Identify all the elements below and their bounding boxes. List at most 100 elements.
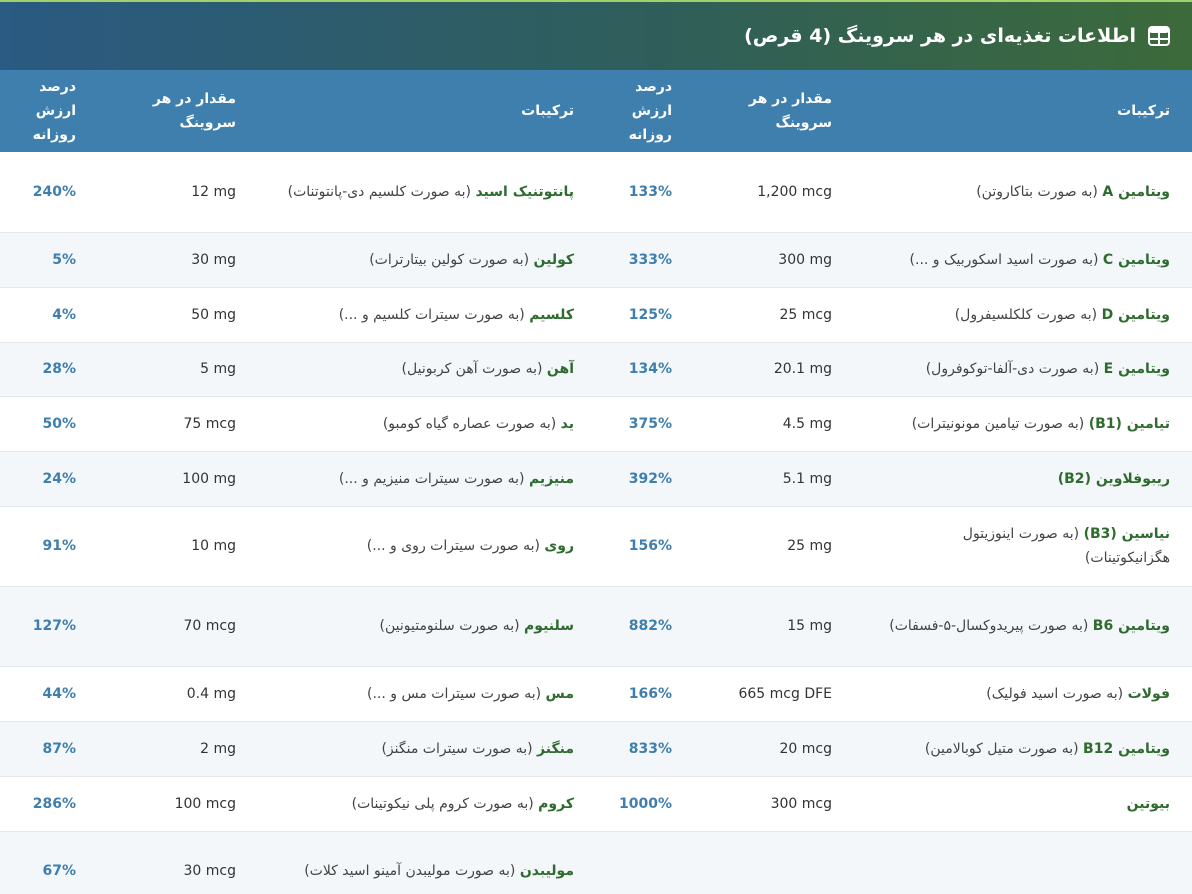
table-row: فولات (به صورت اسید فولیک) 665 mcg DFE 166… <box>0 666 1192 722</box>
ingredient-name: نیاسین (B3) <box>1083 526 1170 542</box>
ingredient-form: (به صورت سیترات مس و ...) <box>367 685 546 702</box>
ingredient-form: (به صورت سیترات منیزیم و ...) <box>338 470 529 487</box>
ingredient-form: (به صورت کولین بیتارترات) <box>369 251 534 268</box>
table-row: ویتامین B12 (به صورت متیل کوبالامین) 20 m… <box>0 721 1192 777</box>
dv-cell: 50% <box>0 396 98 452</box>
amount-cell: 20.1 mg <box>694 342 854 397</box>
ingredient-name: سلنیوم <box>524 618 574 634</box>
dv-cell: 882% <box>596 586 694 667</box>
ingredient-cell: سلنیوم (به صورت سلنومتیونین) <box>258 586 596 667</box>
amount-cell: 30 mcg <box>98 831 258 894</box>
table-row: مولیبدن (به صورت مولیبدن آمینو اسید کلات… <box>0 831 1192 894</box>
dv-cell: 4% <box>0 287 98 343</box>
dv-cell: 91% <box>0 506 98 587</box>
ingredient-cell: ویتامین A (به صورت بتاکاروتن) <box>854 152 1192 233</box>
dv-cell: 375% <box>596 396 694 452</box>
col-header-dv: درصد ارزش روزانه <box>596 70 694 152</box>
ingredient-name: ید <box>560 415 574 432</box>
ingredient-form: (به صورت بتاکاروتن) <box>976 183 1103 200</box>
ingredient-name: ویتامین A <box>1102 183 1170 200</box>
amount-cell: 5 mg <box>98 342 258 397</box>
dv-cell: 28% <box>0 342 98 397</box>
ingredient-name: مس <box>545 685 574 702</box>
ingredient-form: (به صورت کلسیم دی-پانتوتنات) <box>287 183 476 200</box>
amount-cell: 25 mcg <box>694 287 854 343</box>
ingredient-name: فولات <box>1127 685 1170 702</box>
table-row: تیامین (B1) (به صورت تیامین مونونیترات) 4… <box>0 396 1192 452</box>
ingredient-cell: ید (به صورت عصاره گیاه کومبو) <box>258 396 596 452</box>
ingredient-name: کلسیم <box>529 306 574 323</box>
table-row: نیاسین (B3) (به صورت اینوزیتول هگزانیکوت… <box>0 506 1192 587</box>
dv-cell: 286% <box>0 776 98 832</box>
ingredient-form: (به صورت کلکلسیفرول) <box>954 306 1102 323</box>
card-title: اطلاعات تغذیه‌ای در هر سروینگ (4 قرص) <box>744 25 1136 47</box>
ingredient-cell: مولیبدن (به صورت مولیبدن آمینو اسید کلات… <box>258 831 596 894</box>
dv-cell: 134% <box>596 342 694 397</box>
ingredient-form: (به صورت پیریدوکسال-۵-فسفات) <box>889 618 1093 634</box>
ingredient-form: (به صورت مولیبدن آمینو اسید کلات) <box>304 863 520 879</box>
dv-cell: 125% <box>596 287 694 343</box>
ingredient-name: ویتامین B12 <box>1083 740 1170 757</box>
ingredient-name: مولیبدن <box>519 863 574 879</box>
table-row: ریبوفلاوین (B2) 5.1 mg 392% منیزیم (به صورت… <box>0 451 1192 507</box>
dv-cell: 392% <box>596 451 694 507</box>
ingredient-name: ریبوفلاوین (B2) <box>1057 470 1170 487</box>
dv-cell: 156% <box>596 506 694 587</box>
col-header-ingredients: ترکیبات <box>258 70 596 152</box>
dv-cell: 833% <box>596 721 694 777</box>
ingredient-name: منگنز <box>537 740 574 757</box>
card-header: اطلاعات تغذیه‌ای در هر سروینگ (4 قرص) <box>0 0 1192 70</box>
ingredient-cell: ویتامین D (به صورت کلکلسیفرول) <box>854 287 1192 343</box>
ingredient-name: ویتامین B6 <box>1092 618 1170 634</box>
dv-cell: 67% <box>0 831 98 894</box>
table-row: ویتامین A (به صورت بتاکاروتن) 1,200 mcg 13… <box>0 152 1192 233</box>
ingredient-cell: مس (به صورت سیترات مس و ...) <box>258 666 596 722</box>
ingredient-name: کولین <box>533 251 575 268</box>
ingredient-cell: کولین (به صورت کولین بیتارترات) <box>258 232 596 288</box>
ingredient-form: (به صورت آهن کربونیل) <box>401 361 547 377</box>
dv-cell: 5% <box>0 232 98 288</box>
dv-cell <box>596 831 694 894</box>
ingredient-name: تیامین (B1) <box>1088 415 1170 432</box>
dv-cell: 1000% <box>596 776 694 832</box>
col-header-ingredients: ترکیبات <box>854 70 1192 152</box>
dv-cell: 127% <box>0 586 98 667</box>
ingredient-name: آهن <box>546 361 574 377</box>
ingredient-cell: منیزیم (به صورت سیترات منیزیم و ...) <box>258 451 596 507</box>
dv-cell: 166% <box>596 666 694 722</box>
amount-cell: 0.4 mg <box>98 666 258 722</box>
dv-cell: 133% <box>596 152 694 233</box>
amount-cell: 20 mcg <box>694 721 854 777</box>
dv-cell: 333% <box>596 232 694 288</box>
amount-cell: 75 mcg <box>98 396 258 452</box>
ingredient-form: (به صورت اسید فولیک) <box>986 685 1128 702</box>
amount-cell: 25 mg <box>694 506 854 587</box>
ingredient-cell: آهن (به صورت آهن کربونیل) <box>258 342 596 397</box>
table-row: ویتامین C (به صورت اسید اسکوربیک و ...) 3… <box>0 232 1192 288</box>
table-icon <box>1148 26 1170 46</box>
ingredient-cell: ویتامین B12 (به صورت متیل کوبالامین) <box>854 721 1192 777</box>
dv-cell: 24% <box>0 451 98 507</box>
amount-cell: 1,200 mcg <box>694 152 854 233</box>
ingredient-form: (به صورت دی-آلفا-توکوفرول) <box>925 361 1104 377</box>
ingredient-form: (به صورت عصاره گیاه کومبو) <box>382 415 561 432</box>
ingredient-cell: پانتوتنیک اسید (به صورت کلسیم دی-پانتوتن… <box>258 152 596 233</box>
ingredient-cell: ویتامین C (به صورت اسید اسکوربیک و ...) <box>854 232 1192 288</box>
amount-cell: 2 mg <box>98 721 258 777</box>
ingredient-cell: تیامین (B1) (به صورت تیامین مونونیترات) <box>854 396 1192 452</box>
ingredient-form: (به صورت اسید اسکوربیک و ...) <box>909 251 1103 268</box>
ingredient-form: (به صورت سیترات منگنز) <box>381 740 538 757</box>
dv-cell: 240% <box>0 152 98 233</box>
amount-cell: 300 mg <box>694 232 854 288</box>
amount-cell: 30 mg <box>98 232 258 288</box>
nutrition-table: ترکیبات مقدار در هر سروینگ درصد ارزش روز… <box>0 70 1192 894</box>
amount-cell: 5.1 mg <box>694 451 854 507</box>
ingredient-cell: ریبوفلاوین (B2) <box>854 451 1192 507</box>
ingredient-cell <box>854 831 1192 894</box>
ingredient-name: روی <box>544 538 574 554</box>
ingredient-name: ویتامین E <box>1103 361 1170 377</box>
amount-cell: 12 mg <box>98 152 258 233</box>
ingredient-cell: کلسیم (به صورت سیترات کلسیم و ...) <box>258 287 596 343</box>
ingredient-cell: کروم (به صورت کروم پلی نیکوتینات) <box>258 776 596 832</box>
dv-cell: 44% <box>0 666 98 722</box>
